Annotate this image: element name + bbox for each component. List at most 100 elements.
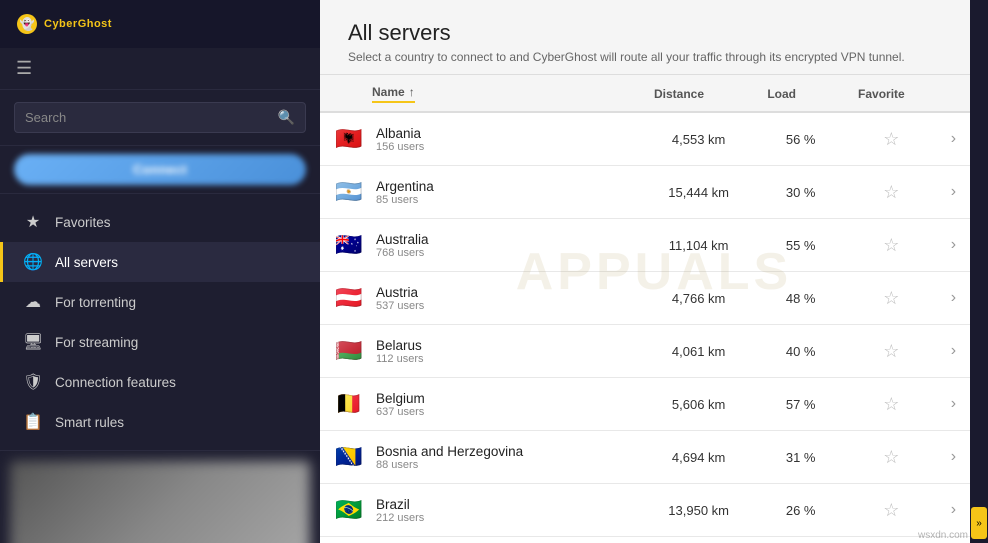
favorite-cell[interactable]: ☆ bbox=[846, 112, 937, 166]
favorite-cell[interactable]: ☆ bbox=[846, 378, 937, 431]
flag-icon: 🇧🇾 bbox=[332, 334, 366, 368]
hamburger-button[interactable]: ☰ bbox=[16, 58, 32, 78]
search-box: 🔍 bbox=[14, 102, 306, 133]
country-info: Albania 156 users bbox=[376, 126, 424, 153]
flag-icon: 🇧🇪 bbox=[332, 387, 366, 421]
col-header-favorite[interactable]: Favorite bbox=[846, 75, 937, 112]
favorite-star-icon[interactable]: ☆ bbox=[883, 182, 899, 202]
sidebar: 👻 CyberGhost ☰ 🔍 Connect ★ Favorites 🌐 A… bbox=[0, 0, 320, 543]
favorite-cell[interactable]: ☆ bbox=[846, 272, 937, 325]
row-chevron-icon[interactable]: › bbox=[951, 395, 956, 412]
action-cell[interactable]: › bbox=[937, 166, 970, 219]
connection-features-icon: 🛡 bbox=[23, 372, 43, 392]
flag-icon: 🇧🇦 bbox=[332, 440, 366, 474]
table-row[interactable]: 🇧🇪 Belgium 637 users 5,606 km 57 % ☆ › bbox=[320, 378, 970, 431]
connect-button[interactable]: Connect bbox=[14, 154, 306, 185]
sidebar-bottom bbox=[0, 450, 320, 543]
country-cell: 🇦🇱 Albania 156 users bbox=[332, 122, 630, 156]
country-info: Argentina 85 users bbox=[376, 179, 434, 206]
favorite-cell[interactable]: ☆ bbox=[846, 484, 937, 537]
sidebar-item-for-torrenting[interactable]: ☁ For torrenting bbox=[0, 282, 320, 322]
all-servers-icon: 🌐 bbox=[23, 252, 43, 272]
favorite-star-icon[interactable]: ☆ bbox=[883, 288, 899, 308]
favorite-cell[interactable]: ☆ bbox=[846, 431, 937, 484]
row-chevron-icon[interactable]: › bbox=[951, 130, 956, 147]
search-area: 🔍 bbox=[0, 90, 320, 146]
table-header: Name ↑ Distance Load Favorite bbox=[320, 75, 970, 112]
logo-text: CyberGhost bbox=[44, 18, 112, 30]
table-row[interactable]: 🇧🇬 Bulgaria 126 users 4,251 km 45 % ☆ › bbox=[320, 537, 970, 543]
favorite-star-icon[interactable]: ☆ bbox=[883, 235, 899, 255]
col-header-load[interactable]: Load bbox=[755, 75, 846, 112]
action-cell[interactable]: › bbox=[937, 431, 970, 484]
table-row[interactable]: 🇦🇹 Austria 537 users 4,766 km 48 % ☆ › bbox=[320, 272, 970, 325]
sidebar-item-label: For torrenting bbox=[55, 295, 136, 310]
row-chevron-icon[interactable]: › bbox=[951, 342, 956, 359]
col-header-distance[interactable]: Distance bbox=[642, 75, 755, 112]
row-chevron-icon[interactable]: › bbox=[951, 448, 956, 465]
load-cell: 56 % bbox=[755, 112, 846, 166]
sidebar-item-for-streaming[interactable]: 🖥 For streaming bbox=[0, 322, 320, 362]
load-cell: 48 % bbox=[755, 272, 846, 325]
flag-icon: 🇦🇷 bbox=[332, 175, 366, 209]
table-row[interactable]: 🇧🇦 Bosnia and Herzegovina 88 users 4,694… bbox=[320, 431, 970, 484]
table-row[interactable]: 🇧🇷 Brazil 212 users 13,950 km 26 % ☆ › bbox=[320, 484, 970, 537]
distance-cell: 4,694 km bbox=[642, 431, 755, 484]
distance-cell: 4,061 km bbox=[642, 325, 755, 378]
expand-button[interactable]: » bbox=[971, 507, 987, 539]
sidebar-item-connection-features[interactable]: 🛡 Connection features bbox=[0, 362, 320, 402]
server-table: Name ↑ Distance Load Favorite 🇦🇱 bbox=[320, 75, 970, 543]
favorite-star-icon[interactable]: ☆ bbox=[883, 394, 899, 414]
country-info: Belarus 112 users bbox=[376, 338, 424, 365]
connect-button-area: Connect bbox=[0, 146, 320, 194]
row-chevron-icon[interactable]: › bbox=[951, 289, 956, 306]
favorite-cell[interactable]: ☆ bbox=[846, 219, 937, 272]
search-input[interactable] bbox=[25, 110, 270, 125]
action-cell[interactable]: › bbox=[937, 272, 970, 325]
flag-icon: 🇦🇺 bbox=[332, 228, 366, 262]
row-chevron-icon[interactable]: › bbox=[951, 501, 956, 518]
sidebar-item-label: Connection features bbox=[55, 375, 176, 390]
favorite-star-icon[interactable]: ☆ bbox=[883, 500, 899, 520]
favorite-star-icon[interactable]: ☆ bbox=[883, 447, 899, 467]
country-name: Austria bbox=[376, 285, 424, 300]
logo: 👻 CyberGhost bbox=[16, 10, 136, 38]
action-cell[interactable]: › bbox=[937, 484, 970, 537]
favorite-cell[interactable]: ☆ bbox=[846, 325, 937, 378]
table-row[interactable]: 🇦🇷 Argentina 85 users 15,444 km 30 % ☆ › bbox=[320, 166, 970, 219]
user-count: 768 users bbox=[376, 247, 429, 259]
action-cell[interactable]: › bbox=[937, 325, 970, 378]
sidebar-item-label: Favorites bbox=[55, 215, 111, 230]
favorite-star-icon[interactable]: ☆ bbox=[883, 341, 899, 361]
server-list-body: 🇦🇱 Albania 156 users 4,553 km 56 % ☆ › 🇦… bbox=[320, 112, 970, 543]
action-cell[interactable]: › bbox=[937, 378, 970, 431]
row-chevron-icon[interactable]: › bbox=[951, 236, 956, 253]
col-header-name[interactable]: Name ↑ bbox=[320, 75, 642, 112]
nav-menu: ★ Favorites 🌐 All servers ☁ For torrenti… bbox=[0, 194, 320, 450]
sidebar-item-all-servers[interactable]: 🌐 All servers bbox=[0, 242, 320, 282]
server-list-container[interactable]: APPUALS Name ↑ Distance Load Favorite bbox=[320, 75, 970, 543]
country-name: Argentina bbox=[376, 179, 434, 194]
sidebar-item-favorites[interactable]: ★ Favorites bbox=[0, 202, 320, 242]
favorites-icon: ★ bbox=[23, 212, 43, 232]
distance-cell: 4,251 km bbox=[642, 537, 755, 543]
table-row[interactable]: 🇦🇱 Albania 156 users 4,553 km 56 % ☆ › bbox=[320, 112, 970, 166]
expand-icon: » bbox=[976, 518, 982, 529]
table-row[interactable]: 🇦🇺 Australia 768 users 11,104 km 55 % ☆ … bbox=[320, 219, 970, 272]
logo-area: 👻 CyberGhost bbox=[0, 0, 320, 48]
country-name: Brazil bbox=[376, 497, 424, 512]
right-accent-bar: » bbox=[970, 0, 988, 543]
country-cell: 🇧🇪 Belgium 637 users bbox=[332, 387, 630, 421]
favorite-cell[interactable]: ☆ bbox=[846, 166, 937, 219]
table-row[interactable]: 🇧🇾 Belarus 112 users 4,061 km 40 % ☆ › bbox=[320, 325, 970, 378]
col-header-action bbox=[937, 75, 970, 112]
sidebar-item-smart-rules[interactable]: 📋 Smart rules bbox=[0, 402, 320, 442]
row-chevron-icon[interactable]: › bbox=[951, 183, 956, 200]
load-cell: 57 % bbox=[755, 378, 846, 431]
load-cell: 26 % bbox=[755, 484, 846, 537]
action-cell[interactable]: › bbox=[937, 112, 970, 166]
flag-icon: 🇦🇱 bbox=[332, 122, 366, 156]
wsxdn-watermark: wsxdn.com bbox=[918, 530, 968, 541]
action-cell[interactable]: › bbox=[937, 219, 970, 272]
favorite-star-icon[interactable]: ☆ bbox=[883, 129, 899, 149]
